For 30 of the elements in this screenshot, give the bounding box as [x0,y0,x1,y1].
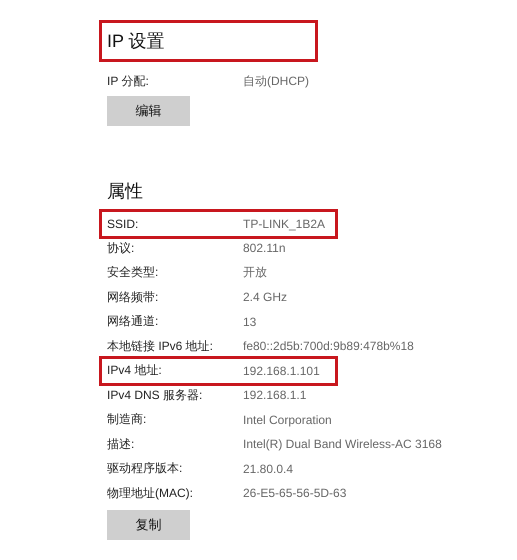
copy-button[interactable]: 复制 [107,510,190,540]
property-value: 192.168.1.101 [243,364,321,378]
section-heading: IP 设置 [99,20,318,62]
field-label: IP 分配: [107,72,150,90]
property-label: 网络通道: [107,313,160,330]
property-value: Intel Corporation [243,412,333,427]
section-heading: 属性 [106,180,144,202]
property-label: 协议: [107,240,136,257]
property-value: 21.80.0.4 [243,462,294,476]
property-label: 制造商: [107,411,148,428]
property-label: 安全类型: [107,264,160,282]
property-value: 802.11n [243,241,286,256]
edit-button[interactable]: 编辑 [107,96,190,126]
property-value: 13 [243,314,258,329]
property-label: 描述: [107,436,136,453]
property-value: Intel(R) Dual Band Wireless-AC 3168 [243,437,443,452]
property-label: 驱动程序版本: [107,460,184,478]
property-value: 26-E5-65-56-5D-63 [243,486,348,500]
property-label: IPv4 DNS 服务器: [107,386,204,404]
property-label: 物理地址(MAC): [107,484,194,502]
property-value: 开放 [243,264,268,282]
property-label: 本地链接 IPv6 地址: [107,338,214,355]
property-label: 网络频带: [107,288,160,306]
property-value: 192.168.1.1 [243,388,308,402]
property-label: IPv4 地址: [107,362,163,380]
field-value: 自动(DHCP) [243,72,310,90]
property-value: 2.4 GHz [243,290,288,304]
property-label: SSID: [107,216,140,231]
property-value: fe80::2d5b:700d:9b89:478b%18 [243,339,415,354]
property-value: TP-LINK_1B2A [243,216,326,231]
